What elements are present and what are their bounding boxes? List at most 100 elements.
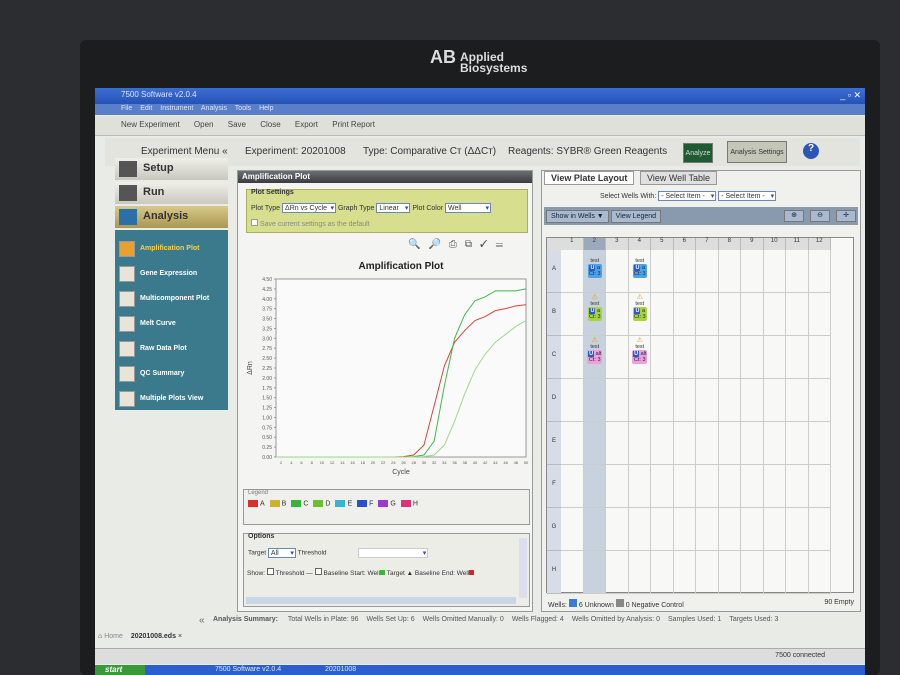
- plate-cell[interactable]: [651, 379, 674, 422]
- target-select[interactable]: All: [267, 548, 296, 558]
- plate-cell[interactable]: [786, 293, 809, 336]
- plate-cell[interactable]: [718, 293, 741, 336]
- plate-cell[interactable]: [718, 336, 741, 379]
- plate-cell[interactable]: [741, 293, 764, 336]
- plate-cell[interactable]: [763, 508, 786, 551]
- plate-cell[interactable]: [808, 379, 831, 422]
- plate-cell[interactable]: [561, 551, 584, 594]
- plate-cell[interactable]: [606, 379, 629, 422]
- taskbar-item[interactable]: 7500 Software v2.0.4: [215, 666, 281, 673]
- stage-run[interactable]: Run: [115, 182, 228, 204]
- plate-well[interactable]: ⚠ test U alt Ct: 3: [630, 337, 651, 364]
- plate-cell[interactable]: [741, 422, 764, 465]
- nav-raw-data-plot[interactable]: Raw Data Plot: [119, 336, 224, 361]
- options-tab[interactable]: Options: [248, 533, 274, 540]
- plate-cell[interactable]: [606, 336, 629, 379]
- plate-well[interactable]: ⚠ test U a Ct: 3: [585, 294, 606, 321]
- zoom-out-icon[interactable]: 🔎: [428, 239, 448, 250]
- plate-cell[interactable]: [673, 551, 696, 594]
- plate-cell[interactable]: [561, 508, 584, 551]
- plate-cell[interactable]: [561, 379, 584, 422]
- row-header[interactable]: E: [547, 422, 561, 465]
- plate-cell[interactable]: [606, 422, 629, 465]
- nav-melt-curve[interactable]: Melt Curve: [119, 311, 224, 336]
- plate-cell[interactable]: [718, 465, 741, 508]
- plate-cell[interactable]: [718, 379, 741, 422]
- plate-cell[interactable]: [808, 293, 831, 336]
- nav-qc-summary[interactable]: QC Summary: [119, 361, 224, 386]
- plate-cell[interactable]: [718, 551, 741, 594]
- options-hscrollbar[interactable]: [246, 597, 516, 604]
- row-header[interactable]: F: [547, 465, 561, 508]
- amplification-chart[interactable]: Amplification Plot 0.00 0.25 0.50 0.75 1.00 1.…: [240, 255, 532, 485]
- row-header[interactable]: A: [547, 250, 561, 293]
- plate-cell[interactable]: [696, 551, 719, 594]
- plate-cell[interactable]: [808, 250, 831, 293]
- save-button[interactable]: Save: [228, 120, 246, 129]
- export-button[interactable]: Export: [295, 120, 318, 129]
- show-in-wells-button[interactable]: Show in Wells ▼: [546, 210, 609, 223]
- options-scrollbar[interactable]: [519, 538, 527, 598]
- plate-cell[interactable]: [786, 336, 809, 379]
- plate-cell[interactable]: [651, 293, 674, 336]
- show-baseline-checkbox[interactable]: [314, 568, 322, 575]
- plate-cell[interactable]: [763, 465, 786, 508]
- plate-cell[interactable]: [741, 379, 764, 422]
- start-button[interactable]: start: [95, 665, 145, 675]
- plate-cell[interactable]: [673, 250, 696, 293]
- print-icon[interactable]: ⎙: [449, 239, 465, 250]
- threshold-input[interactable]: [358, 548, 429, 558]
- stage-analysis[interactable]: Analysis: [115, 206, 228, 228]
- plate-cell[interactable]: [561, 250, 584, 293]
- plate-cell[interactable]: [696, 293, 719, 336]
- window-controls[interactable]: _ ▫ ✕: [840, 90, 861, 101]
- plate-well[interactable]: ⚠ test U a Ct: 3: [630, 294, 651, 321]
- plate-cell[interactable]: [628, 422, 651, 465]
- plate-cell[interactable]: [808, 422, 831, 465]
- plate-well[interactable]: test U a Ct: 3: [585, 258, 606, 278]
- row-header[interactable]: D: [547, 379, 561, 422]
- column-header[interactable]: 9: [741, 238, 764, 250]
- column-header[interactable]: 11: [786, 238, 809, 250]
- plate-cell[interactable]: [651, 250, 674, 293]
- plot-type-select[interactable]: ΔRn vs Cycle: [282, 203, 337, 213]
- show-threshold-checkbox[interactable]: [266, 568, 274, 575]
- plate-well[interactable]: ⚠ test U alt Ct: 3: [585, 337, 606, 364]
- plate-cell[interactable]: [606, 293, 629, 336]
- plot-properties-icon[interactable]: ✓: [480, 239, 496, 250]
- plate-cell[interactable]: [628, 551, 651, 594]
- menu-instrument[interactable]: Instrument: [160, 105, 193, 112]
- plate-cell[interactable]: [606, 465, 629, 508]
- experiment-menu-title[interactable]: Experiment Menu «: [141, 146, 228, 157]
- row-header[interactable]: H: [547, 551, 561, 594]
- plate-cell[interactable]: [673, 379, 696, 422]
- plate-cell[interactable]: [606, 250, 629, 293]
- plate-cell[interactable]: [786, 250, 809, 293]
- plate-cell[interactable]: [786, 551, 809, 594]
- plate-cell[interactable]: [786, 508, 809, 551]
- zoom-in-icon[interactable]: 🔍: [408, 239, 428, 250]
- plate-cell[interactable]: [808, 551, 831, 594]
- select-wells-select-2[interactable]: - Select Item -: [718, 191, 777, 201]
- taskbar-item[interactable]: 20201008: [325, 666, 356, 673]
- tab-home[interactable]: Home: [104, 633, 123, 640]
- plate-cell[interactable]: [808, 508, 831, 551]
- plate-cell[interactable]: [673, 422, 696, 465]
- plate-cell[interactable]: [763, 336, 786, 379]
- column-header[interactable]: 8: [718, 238, 741, 250]
- tab-view-well-table[interactable]: View Well Table: [640, 171, 718, 185]
- open-button[interactable]: Open: [194, 120, 214, 129]
- plate-cell[interactable]: [583, 508, 606, 551]
- print-report-button[interactable]: Print Report: [332, 120, 375, 129]
- plate-cell[interactable]: [673, 293, 696, 336]
- plate-cell[interactable]: [673, 465, 696, 508]
- plate-cell[interactable]: [741, 250, 764, 293]
- new-experiment-button[interactable]: New Experiment: [121, 120, 180, 129]
- plate-grid[interactable]: 1 2 3 4 5 6 7 8 9 10 11 12 A B C D E F G Htest U a Ct: 3 test U…: [546, 237, 854, 594]
- zoom-out-plate-icon[interactable]: ⊖: [810, 210, 830, 222]
- plate-cell[interactable]: [561, 293, 584, 336]
- copy-icon[interactable]: ⧉: [465, 239, 480, 250]
- plate-cell[interactable]: [561, 336, 584, 379]
- plate-cell[interactable]: [718, 508, 741, 551]
- graph-type-select[interactable]: Linear: [376, 203, 411, 213]
